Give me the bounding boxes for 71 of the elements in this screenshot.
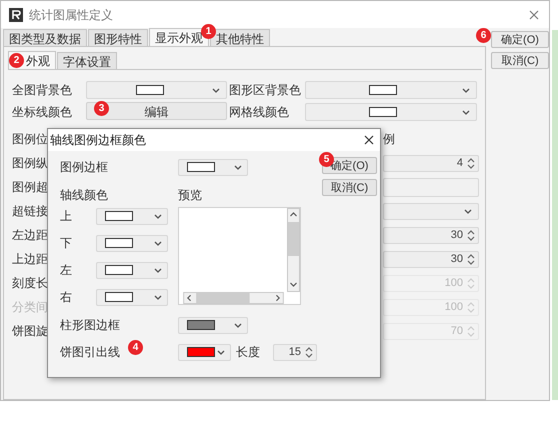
field-label: 左边距 (12, 227, 48, 244)
spinner-arrows-icon (467, 276, 475, 290)
color-dropdown[interactable] (96, 208, 168, 224)
field-label: 超链接 (12, 203, 48, 220)
spin-field[interactable]: 30 (383, 226, 479, 244)
spin-field[interactable]: 4 (383, 154, 479, 172)
field-label: 下 (60, 235, 73, 252)
field-label: 左 (60, 262, 73, 279)
number-marker: 6 (476, 28, 491, 43)
spinner-arrows-icon (467, 228, 475, 242)
tab[interactable]: 图形特性 (88, 29, 148, 46)
app-logo-icon (9, 8, 23, 22)
field-label: 右 (60, 289, 73, 306)
chevron-down-icon (212, 88, 220, 92)
tab[interactable]: 其他特性 (210, 29, 270, 46)
spinner-arrows-icon (467, 252, 475, 266)
field-label: 图形区背景色 (229, 82, 302, 99)
color-dropdown[interactable] (86, 81, 227, 99)
field-label: 全图背景色 (12, 82, 73, 99)
field-label: 坐标线颜色 (12, 104, 73, 121)
spinner-arrows-icon (467, 300, 475, 314)
chevron-down-icon (234, 322, 242, 328)
tab[interactable]: 字体设置 (57, 52, 117, 69)
field-label: 长度 (236, 344, 261, 361)
spin-field[interactable]: 30 (383, 250, 479, 268)
vertical-scrollbar[interactable] (287, 208, 300, 292)
field-label: 图例边框 (60, 159, 109, 176)
field-label: 柱形图边框 (60, 317, 121, 334)
chevron-down-icon (464, 208, 472, 214)
number-marker: 4 (128, 340, 143, 355)
chevron-down-icon (154, 214, 162, 218)
chevron-down-icon (234, 164, 242, 170)
field-label: 图例位 (12, 131, 48, 148)
field-label: 饼图引出线 (60, 345, 120, 359)
color-dropdown[interactable] (178, 316, 248, 334)
field-label: 刻度长 (12, 275, 48, 292)
chevron-down-icon (154, 294, 162, 300)
field-label: 预览 (178, 187, 202, 204)
color-dropdown[interactable] (178, 344, 231, 360)
spinner-arrows-icon (467, 156, 475, 170)
dialog-button[interactable]: 确定(O) (491, 31, 549, 48)
chevron-down-icon (154, 268, 162, 272)
dialog-title: 轴线图例边框颜色 (50, 132, 146, 149)
tab[interactable]: 图类型及数据 (3, 29, 87, 46)
field-label: 图例纵 (12, 155, 48, 172)
field-label: 例 (383, 131, 395, 148)
window-title: 统计图属性定义 (29, 6, 113, 24)
color-dropdown[interactable] (305, 103, 477, 121)
color-dropdown[interactable] (305, 81, 477, 99)
field-label: 图例超 (12, 179, 48, 196)
color-dropdown[interactable] (96, 288, 168, 306)
field-label: 轴线颜色 (60, 187, 109, 204)
spinner-arrows-icon (305, 346, 313, 358)
field-label: 分类间 (12, 299, 48, 316)
text-field[interactable] (383, 178, 479, 196)
chevron-down-icon (217, 350, 225, 354)
field-label: 网格线颜色 (229, 104, 290, 121)
chevron-down-icon (462, 110, 470, 114)
dialog-button[interactable]: 取消(C) (322, 179, 377, 196)
color-dropdown[interactable] (178, 158, 248, 176)
field-label: 上边距 (12, 251, 48, 268)
field-label: 上 (60, 208, 73, 225)
close-icon[interactable] (364, 135, 374, 145)
color-dropdown[interactable] (96, 262, 168, 278)
spin-field[interactable]: 15 (273, 344, 317, 360)
chevron-down-icon (154, 240, 162, 246)
spinner-arrows-icon (467, 324, 475, 338)
dialog-button[interactable]: 取消(C) (491, 52, 549, 69)
field-label: 饼图旋 (12, 323, 48, 340)
chevron-down-icon (462, 88, 470, 92)
color-dropdown[interactable] (96, 234, 168, 252)
